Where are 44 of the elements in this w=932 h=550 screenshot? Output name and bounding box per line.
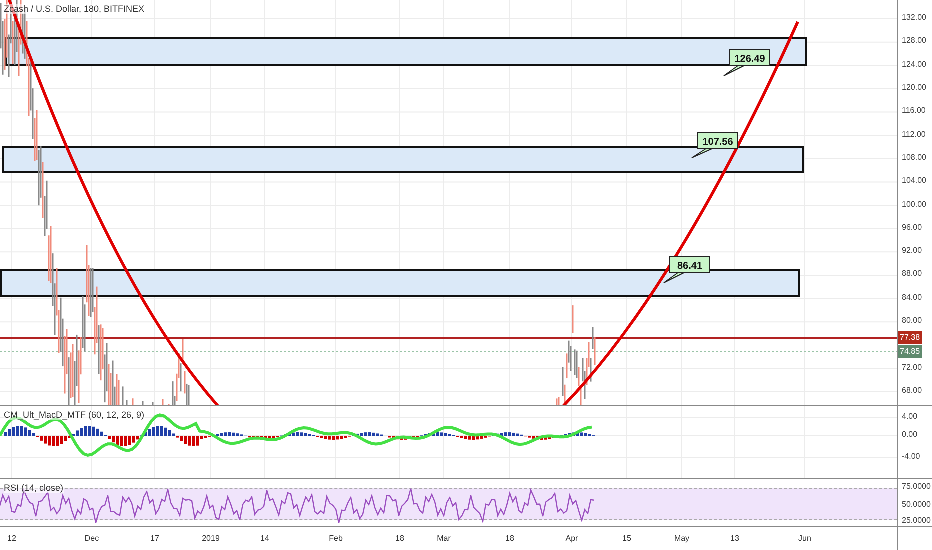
price-tick-label: 80.00 bbox=[902, 316, 922, 326]
price-tick-label: 112.00 bbox=[902, 130, 926, 139]
price-tick-label: 92.00 bbox=[902, 246, 922, 256]
price-tick-label: 100.00 bbox=[902, 200, 926, 208]
price-tick-label: 104.00 bbox=[902, 176, 926, 186]
price-tick-label: 72.00 bbox=[902, 362, 922, 372]
time-tick-label: 13 bbox=[730, 534, 740, 543]
time-tick-label: Mar bbox=[437, 534, 451, 543]
rsi-tick-label: 25.0000 bbox=[902, 516, 931, 525]
chart-title: Zcash / U.S. Dollar, 180, BITFINEX bbox=[4, 4, 145, 14]
rsi-tick-label: 50.0000 bbox=[902, 500, 931, 509]
price-zone[interactable] bbox=[5, 37, 807, 66]
time-tick-label: 15 bbox=[622, 534, 632, 543]
price-marker: 77.38 bbox=[898, 331, 922, 344]
time-tick-label: 18 bbox=[396, 534, 404, 543]
price-tick-label: 132.00 bbox=[902, 13, 926, 22]
rsi-tick-label: 75.0000 bbox=[902, 482, 931, 491]
indicator-title: RSI (14, close) bbox=[4, 483, 64, 493]
price-tick-label: 128.00 bbox=[902, 36, 926, 46]
price-tick-label: 84.00 bbox=[902, 292, 922, 302]
time-tick-label: Dec bbox=[84, 534, 100, 543]
time-tick-label: 14 bbox=[260, 534, 270, 543]
price-zone[interactable] bbox=[0, 269, 800, 297]
price-tick-label: 124.00 bbox=[902, 60, 926, 69]
time-tick-label: 17 bbox=[150, 534, 160, 543]
price-tick-label: 68.00 bbox=[902, 386, 922, 395]
price-tick-label: 88.00 bbox=[902, 269, 922, 278]
time-tick-label: Apr bbox=[566, 534, 578, 543]
time-tick-label: Feb bbox=[329, 534, 343, 543]
price-tick-label: 96.00 bbox=[902, 222, 922, 232]
price-zone[interactable] bbox=[2, 146, 804, 173]
macd-tick-label: 0.00 bbox=[902, 430, 918, 439]
price-tick-label: 120.00 bbox=[902, 82, 926, 92]
indicator-title: CM_Ult_MacD_MTF (60, 12, 26, 9) bbox=[4, 410, 145, 420]
macd-tick-label: -4.00 bbox=[902, 452, 920, 461]
time-tick-label: Jun bbox=[798, 534, 812, 543]
macd-tick-label: 4.00 bbox=[902, 412, 918, 421]
time-tick-label: 2019 bbox=[202, 534, 220, 543]
price-tick-label: 116.00 bbox=[902, 106, 926, 116]
time-tick-label: 18 bbox=[506, 534, 514, 543]
price-tick-label: 108.00 bbox=[902, 152, 926, 162]
price-marker: 74.85 bbox=[898, 345, 922, 358]
time-tick-label: 12 bbox=[8, 534, 16, 543]
time-tick-label: May bbox=[674, 534, 690, 543]
